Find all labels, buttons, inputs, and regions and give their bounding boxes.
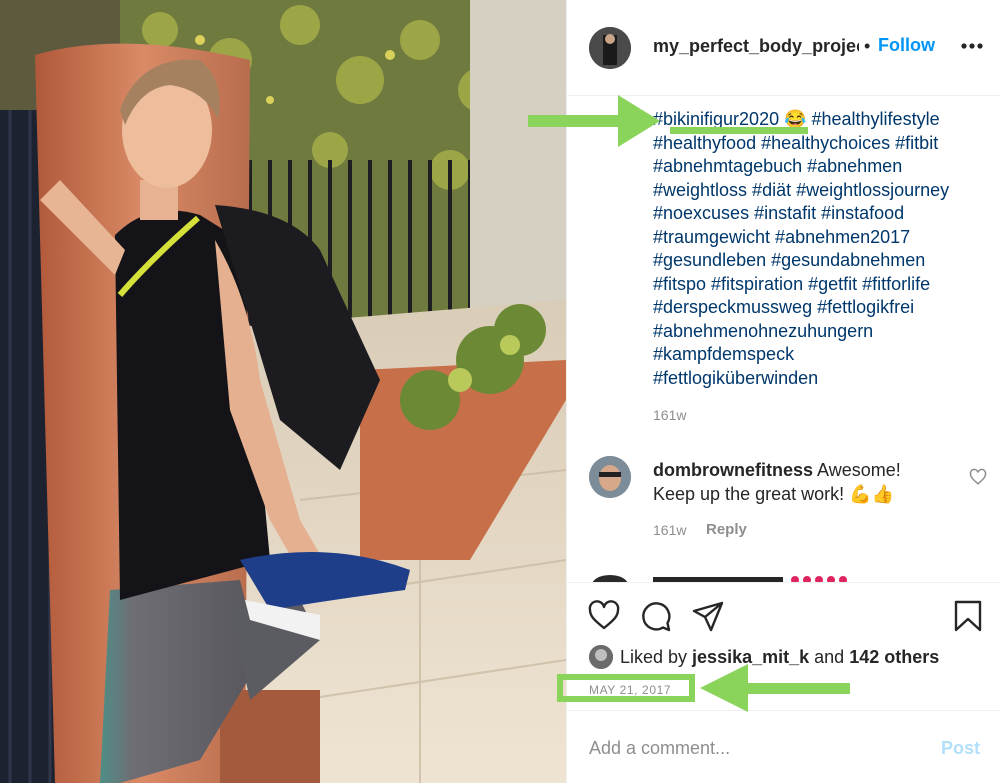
post-comment-button[interactable]: Post xyxy=(941,738,980,759)
commenter-avatar-image xyxy=(589,456,631,498)
liked-by-others[interactable]: 142 others xyxy=(849,647,939,667)
next-comment-glyph xyxy=(592,575,847,582)
profile-avatar-image xyxy=(589,27,631,69)
heart-icon[interactable] xyxy=(587,599,621,633)
share-icon-glyph xyxy=(692,601,724,632)
liked-by-middle: and xyxy=(809,647,850,667)
share-icon[interactable] xyxy=(691,599,725,633)
caption-line[interactable]: #weightloss #diät #weightlossjourney xyxy=(653,179,993,203)
post-username[interactable]: my_perfect_body_projec xyxy=(653,36,859,60)
caption-line[interactable]: #abnehmenohnezuhungern xyxy=(653,320,993,344)
next-comment-cropped xyxy=(589,570,1000,582)
separator-dot: • xyxy=(864,36,871,56)
bookmark-icon[interactable] xyxy=(951,599,985,633)
comment-body: dombrownefitness Awesome! Keep up the gr… xyxy=(653,458,953,506)
action-bar: Liked by jessika_mit_k and 142 others MA… xyxy=(567,582,1000,710)
heart-small-glyph xyxy=(969,468,987,485)
caption-line[interactable]: #abnehmtagebuch #abnehmen xyxy=(653,155,993,179)
comment-text-1: Awesome! xyxy=(813,460,901,480)
add-comment-bar: Post xyxy=(567,710,1000,783)
hashtag-bikinifigur2020[interactable]: #bikinifigur2020 xyxy=(653,108,779,132)
liker-avatar-image xyxy=(589,645,613,669)
comment-username[interactable]: dombrownefitness xyxy=(653,460,813,480)
profile-avatar[interactable] xyxy=(589,27,631,69)
post-header: my_perfect_body_projec • Follow xyxy=(567,0,1000,96)
caption-line[interactable]: #kampfdemspeck xyxy=(653,343,993,367)
liked-by-user[interactable]: jessika_mit_k xyxy=(692,647,809,667)
comment-icon[interactable] xyxy=(639,599,673,633)
heart-icon-glyph xyxy=(588,600,620,630)
follow-button[interactable]: Follow xyxy=(878,35,935,56)
caption-timestamp[interactable]: 161w xyxy=(653,407,686,423)
commenter-avatar[interactable] xyxy=(589,456,631,498)
caption-line[interactable]: #healthyfood #healthychoices #fitbit xyxy=(653,132,993,156)
liked-by-prefix: Liked by xyxy=(620,647,693,667)
caption-first-line: #bikinifigur2020 😂 #healthylifestyle xyxy=(653,108,993,132)
post-detail-panel: my_perfect_body_projec • Follow #bikinif… xyxy=(566,0,1000,783)
post-photo xyxy=(0,0,566,783)
liked-by-text: Liked by jessika_mit_k and 142 others xyxy=(620,647,939,668)
comment-icon-glyph xyxy=(642,602,671,632)
comment-timestamp[interactable]: 161w xyxy=(653,522,686,538)
post-date[interactable]: MAY 21, 2017 xyxy=(589,683,671,697)
comment-text-2: Keep up the great work! 💪👍 xyxy=(653,484,894,504)
more-icon[interactable] xyxy=(959,30,985,60)
bookmark-icon-glyph xyxy=(954,600,982,632)
reply-button[interactable]: Reply xyxy=(706,521,747,538)
caption-line[interactable]: #gesundleben #gesundabnehmen xyxy=(653,249,993,273)
liker-avatar[interactable] xyxy=(589,645,613,669)
caption-line[interactable]: #noexcuses #instafit #instafood xyxy=(653,202,993,226)
post-caption: #bikinifigur2020 😂 #healthylifestyle #he… xyxy=(653,108,993,390)
post-photo-illustration xyxy=(0,0,566,783)
caption-line[interactable]: #fitspo #fitspiration #getfit #fitforlif… xyxy=(653,273,993,297)
more-icon-glyph xyxy=(961,43,983,49)
caption-line[interactable]: #traumgewicht #abnehmen2017 xyxy=(653,226,993,250)
caption-line[interactable]: #fettlogiküberwinden xyxy=(653,367,993,391)
caption-first-tail[interactable]: 😂 #healthylifestyle xyxy=(779,109,940,129)
heart-small-icon[interactable] xyxy=(969,468,987,486)
comment-input[interactable] xyxy=(589,735,909,761)
caption-line[interactable]: #derspeckmussweg #fettlogikfrei xyxy=(653,296,993,320)
